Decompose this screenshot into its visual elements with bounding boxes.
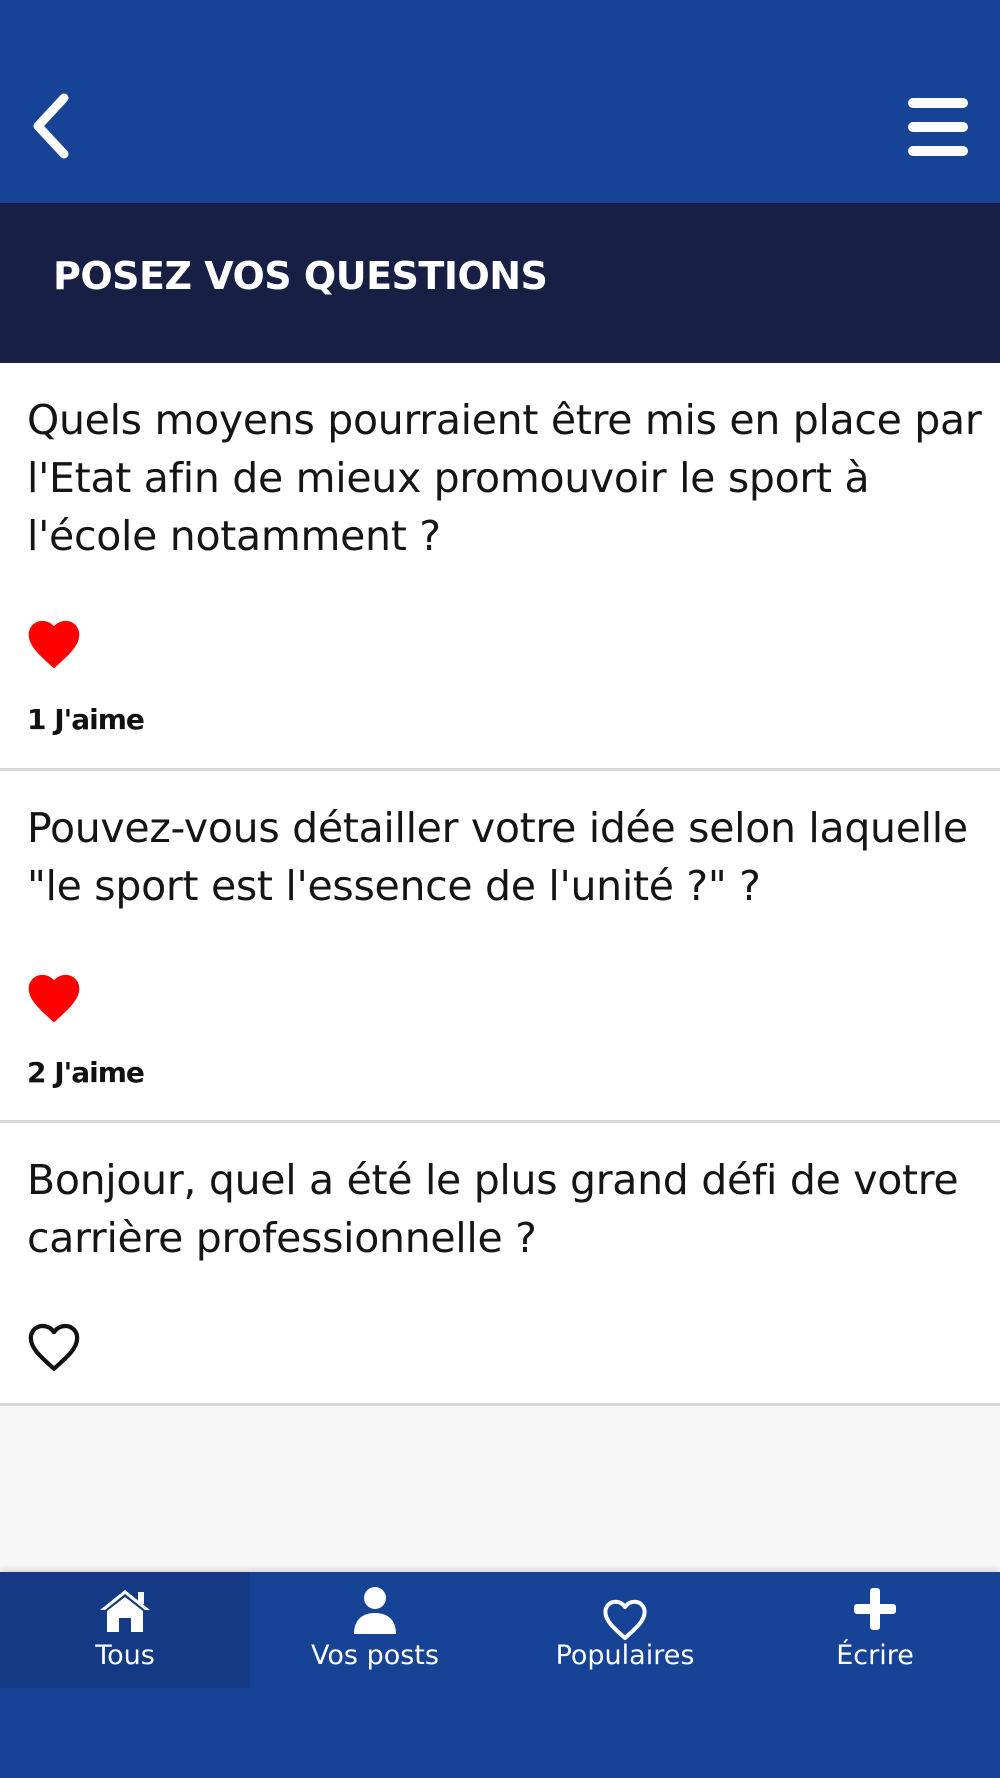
section-header: POSEZ VOS QUESTIONS bbox=[0, 203, 1000, 363]
question-post[interactable]: Bonjour, quel a été le plus grand défi d… bbox=[0, 1123, 1000, 1406]
heart-outline-icon bbox=[500, 1586, 750, 1640]
nav-tab-ecrire[interactable]: Écrire bbox=[750, 1572, 1000, 1688]
section-title: POSEZ VOS QUESTIONS bbox=[53, 254, 548, 298]
nav-label: Populaires bbox=[555, 1640, 695, 1671]
question-text: Pouvez-vous détailler votre idée selon l… bbox=[27, 804, 968, 910]
user-icon bbox=[250, 1586, 500, 1638]
nav-label: Tous bbox=[95, 1640, 155, 1671]
heart-outline-icon bbox=[28, 1323, 80, 1371]
heart-filled-icon bbox=[28, 974, 80, 1023]
question-text: Quels moyens pourraient être mis en plac… bbox=[27, 396, 982, 560]
nav-label: Écrire bbox=[836, 1640, 914, 1671]
nav-tab-tous[interactable]: Tous bbox=[0, 1572, 250, 1688]
back-button[interactable] bbox=[22, 86, 82, 166]
like-button[interactable] bbox=[25, 618, 83, 670]
heart-filled-icon bbox=[28, 620, 80, 669]
questions-list: Quels moyens pourraient être mis en plac… bbox=[0, 363, 1000, 1406]
question-text: Bonjour, quel a été le plus grand défi d… bbox=[27, 1156, 959, 1262]
nav-tab-vos-posts[interactable]: Vos posts bbox=[250, 1572, 500, 1688]
menu-button[interactable] bbox=[902, 94, 974, 160]
nav-tab-populaires[interactable]: Populaires bbox=[500, 1572, 750, 1688]
bottom-navigation: Tous Vos posts Populaires Écrire bbox=[0, 1572, 1000, 1778]
question-post[interactable]: Pouvez-vous détailler votre idée selon l… bbox=[0, 771, 1000, 1123]
hamburger-menu-icon bbox=[908, 98, 968, 156]
like-count: 1 J'aime bbox=[27, 703, 145, 736]
like-button[interactable] bbox=[25, 1321, 83, 1373]
nav-label: Vos posts bbox=[311, 1640, 439, 1671]
question-post[interactable]: Quels moyens pourraient être mis en plac… bbox=[0, 363, 1000, 771]
like-count: 2 J'aime bbox=[27, 1056, 145, 1089]
home-icon bbox=[0, 1586, 250, 1638]
top-app-bar bbox=[0, 0, 1000, 203]
chevron-left-icon bbox=[33, 93, 69, 159]
plus-icon bbox=[750, 1586, 1000, 1638]
like-button[interactable] bbox=[25, 972, 83, 1024]
